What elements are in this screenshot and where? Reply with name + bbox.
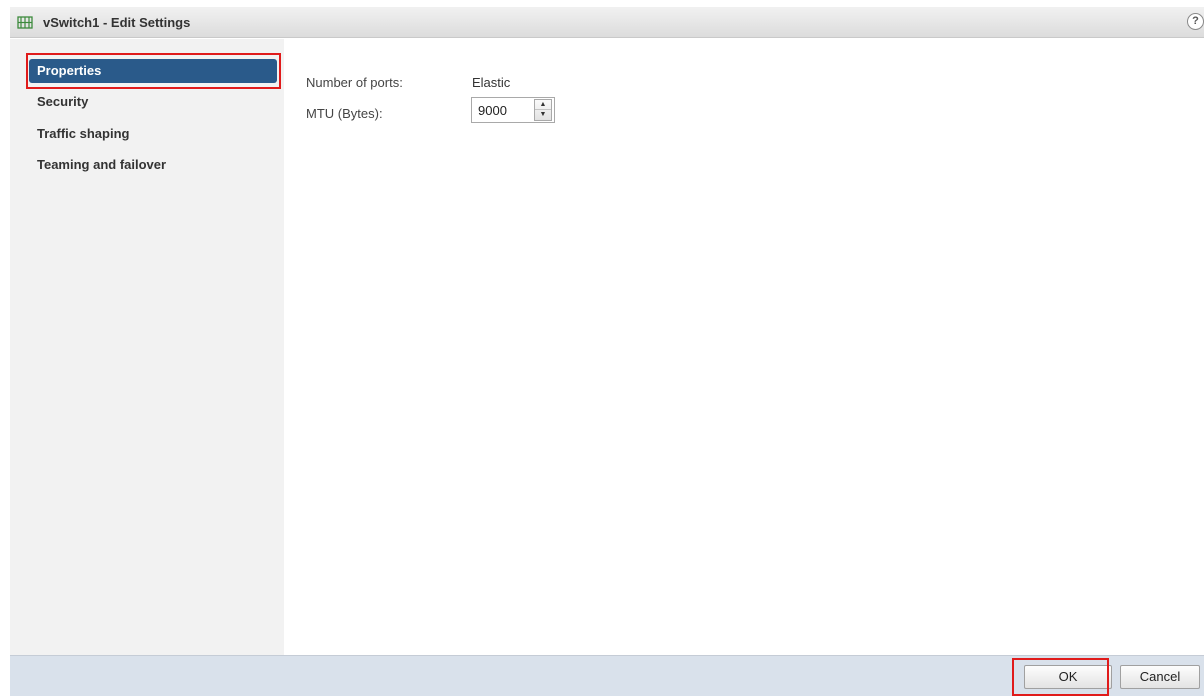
dialog-footer: OK Cancel — [10, 655, 1204, 696]
help-icon[interactable]: ? — [1187, 13, 1204, 30]
mtu-stepper[interactable]: 9000 ▲ ▼ — [471, 97, 555, 123]
number-of-ports-value: Elastic — [472, 75, 511, 90]
properties-panel: Number of ports: Elastic MTU (Bytes): 90… — [284, 39, 1204, 655]
dialog-title-bar: vSwitch1 - Edit Settings ? — [10, 7, 1204, 38]
sidebar-item-traffic-shaping[interactable]: Traffic shaping — [29, 122, 277, 146]
edit-settings-dialog: vSwitch1 - Edit Settings ? Properties Se… — [10, 7, 1204, 696]
ok-button[interactable]: OK — [1024, 665, 1112, 689]
vswitch-icon — [17, 16, 33, 29]
sidebar-item-properties[interactable]: Properties — [29, 59, 277, 83]
decrement-icon[interactable]: ▼ — [535, 110, 551, 120]
mtu-stepper-buttons: ▲ ▼ — [534, 99, 552, 121]
mtu-input[interactable]: 9000 — [478, 103, 507, 118]
settings-sidebar: Properties Security Traffic shaping Team… — [10, 39, 284, 655]
sidebar-item-teaming-and-failover[interactable]: Teaming and failover — [29, 153, 277, 177]
dialog-title: vSwitch1 - Edit Settings — [43, 15, 191, 30]
number-of-ports-label: Number of ports: — [306, 75, 403, 90]
increment-icon[interactable]: ▲ — [535, 100, 551, 110]
sidebar-item-security[interactable]: Security — [29, 90, 277, 114]
cancel-button[interactable]: Cancel — [1120, 665, 1200, 689]
mtu-label: MTU (Bytes): — [306, 106, 383, 121]
